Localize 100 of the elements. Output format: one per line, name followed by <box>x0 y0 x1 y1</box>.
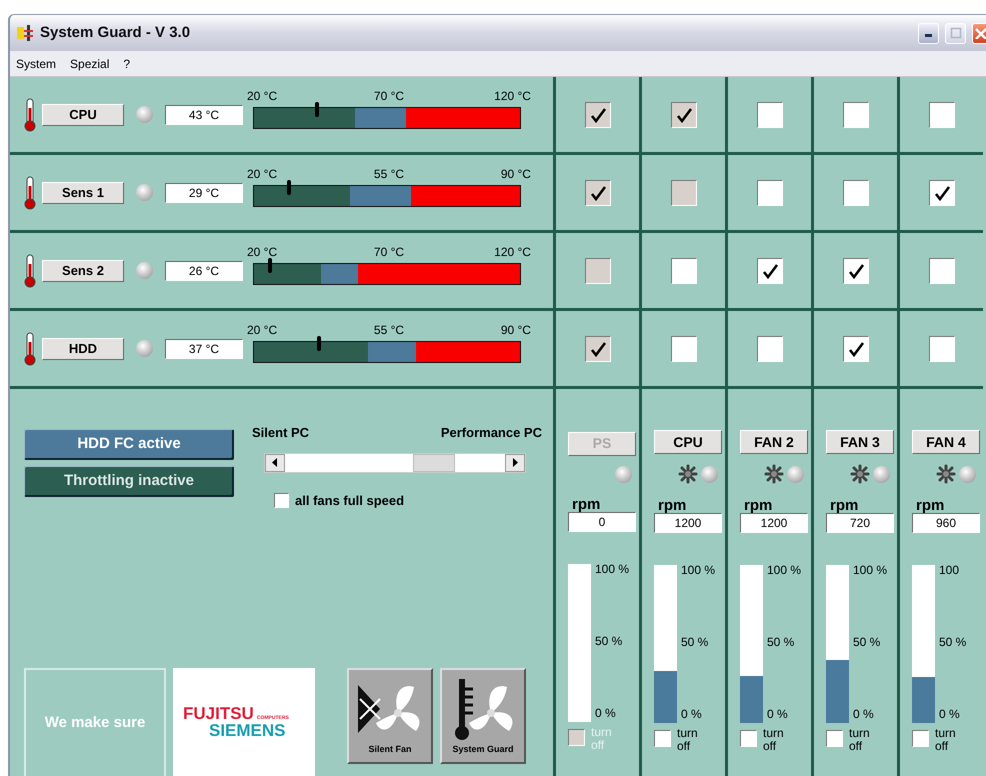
scale-label: 50 % <box>939 634 966 651</box>
app-icon <box>16 24 34 42</box>
temperature-field: 26 °C <box>165 260 243 280</box>
status-led <box>959 466 976 482</box>
checkmark-icon <box>588 340 606 358</box>
scale-label: 100 <box>939 562 960 579</box>
status-led <box>873 466 890 482</box>
menu-item[interactable]: System <box>16 54 56 72</box>
minimize-button[interactable] <box>918 22 939 44</box>
checkmark-icon <box>846 262 864 280</box>
tagline: We make sure <box>44 712 146 733</box>
scale-label: 90 °C <box>500 166 531 182</box>
rpm-label: rpm <box>916 498 944 513</box>
checkbox[interactable] <box>826 730 843 747</box>
checkbox[interactable] <box>928 336 954 362</box>
scale-label: 50 % <box>853 634 882 651</box>
status-led <box>787 466 804 482</box>
close-button[interactable] <box>972 22 986 44</box>
temperature-field: 43 °C <box>165 104 243 124</box>
checkbox[interactable] <box>756 258 782 284</box>
slider-label: Performance PC <box>440 424 542 442</box>
checkbox[interactable] <box>912 730 929 747</box>
scale-label: 100 % <box>767 562 802 579</box>
checkbox[interactable] <box>756 336 782 362</box>
checkbox[interactable] <box>842 102 868 128</box>
scale-label: 120 °C <box>493 88 531 104</box>
fan-button[interactable]: CPU <box>654 430 722 454</box>
scroll-right-button[interactable] <box>505 454 525 472</box>
scrollbar[interactable] <box>264 452 526 472</box>
thermometer-icon <box>24 332 36 366</box>
status-led <box>136 262 153 279</box>
checkbox[interactable] <box>928 180 954 206</box>
scale-label: 55 °C <box>372 166 406 182</box>
checkbox[interactable] <box>670 258 696 284</box>
fan-button[interactable]: FAN 3 <box>826 430 894 454</box>
scale-label: 50 % <box>767 634 796 651</box>
rpm-field: 720 <box>826 513 894 533</box>
checkbox-label: turn off <box>763 727 785 753</box>
temperature-field: 37 °C <box>165 338 243 358</box>
checkbox[interactable] <box>654 730 671 747</box>
right-arrow-icon <box>512 458 518 467</box>
status-led <box>701 466 718 482</box>
status-led <box>136 106 153 123</box>
scale-label: 0 % <box>681 706 703 723</box>
scale-label: 20 °C <box>247 88 278 104</box>
status-led <box>136 184 153 201</box>
rpm-field: 1200 <box>740 513 808 533</box>
sensor-button[interactable]: Sens 2 <box>42 260 124 282</box>
rpm-field: 0 <box>568 512 636 532</box>
checkbox-label: turn off <box>677 727 699 753</box>
sensor-button[interactable]: Sens 1 <box>42 182 124 204</box>
scale-label: 0 % <box>853 706 875 723</box>
status-button[interactable]: HDD FC active <box>24 429 234 460</box>
sensor-button[interactable]: CPU <box>42 104 124 126</box>
checkmark-icon <box>674 106 692 124</box>
checkbox[interactable] <box>928 258 954 284</box>
thermometer-icon <box>24 254 36 288</box>
logo-text: SIEMENS <box>209 722 287 739</box>
scale-label: 100 % <box>853 562 888 579</box>
checkmark-icon <box>932 184 950 202</box>
sensor-button[interactable]: HDD <box>42 338 124 360</box>
scale-label: 50 % <box>681 634 710 651</box>
app-launch-button[interactable]: System Guard <box>440 668 526 764</box>
rpm-label: rpm <box>572 496 600 512</box>
scale-label: 70 °C <box>372 88 406 104</box>
checkbox[interactable] <box>842 336 868 362</box>
checkmark-icon <box>588 106 606 124</box>
scale-label: 55 °C <box>372 322 406 338</box>
status-led <box>615 466 632 482</box>
left-arrow-icon <box>272 458 278 467</box>
menu-item[interactable]: ? <box>123 54 130 72</box>
scale-label: 90 °C <box>500 322 531 338</box>
slider-thumb[interactable] <box>413 454 456 472</box>
checkbox[interactable] <box>670 336 696 362</box>
checkbox[interactable] <box>740 730 757 747</box>
checkbox[interactable] <box>274 492 289 508</box>
checkmark-icon <box>760 262 778 280</box>
app-launch-button[interactable]: Silent Fan <box>347 668 433 764</box>
rpm-field: 1200 <box>654 513 722 533</box>
fan-button[interactable]: FAN 4 <box>912 430 980 454</box>
scroll-left-button[interactable] <box>265 454 285 472</box>
rpm-field: 960 <box>912 513 980 533</box>
scale-label: 70 °C <box>372 244 406 260</box>
slider-label: Silent PC <box>252 424 310 442</box>
thermometer-icon <box>24 98 36 132</box>
checkbox[interactable] <box>842 180 868 206</box>
scale-label: 120 °C <box>493 244 531 260</box>
checkbox[interactable] <box>756 102 782 128</box>
menu-item[interactable]: Spezial <box>70 54 110 72</box>
checkbox[interactable] <box>842 258 868 284</box>
maximize-icon <box>950 27 962 39</box>
rpm-label: rpm <box>744 498 772 513</box>
checkbox[interactable] <box>756 180 782 206</box>
scale-label: 0 % <box>939 706 961 723</box>
scale-label: 100 % <box>595 560 630 578</box>
scale-label: 50 % <box>595 632 624 650</box>
window-title: System Guard - V 3.0 <box>40 22 190 43</box>
close-icon <box>974 27 986 39</box>
fan-button[interactable]: FAN 2 <box>740 430 808 454</box>
checkbox[interactable] <box>928 102 954 128</box>
